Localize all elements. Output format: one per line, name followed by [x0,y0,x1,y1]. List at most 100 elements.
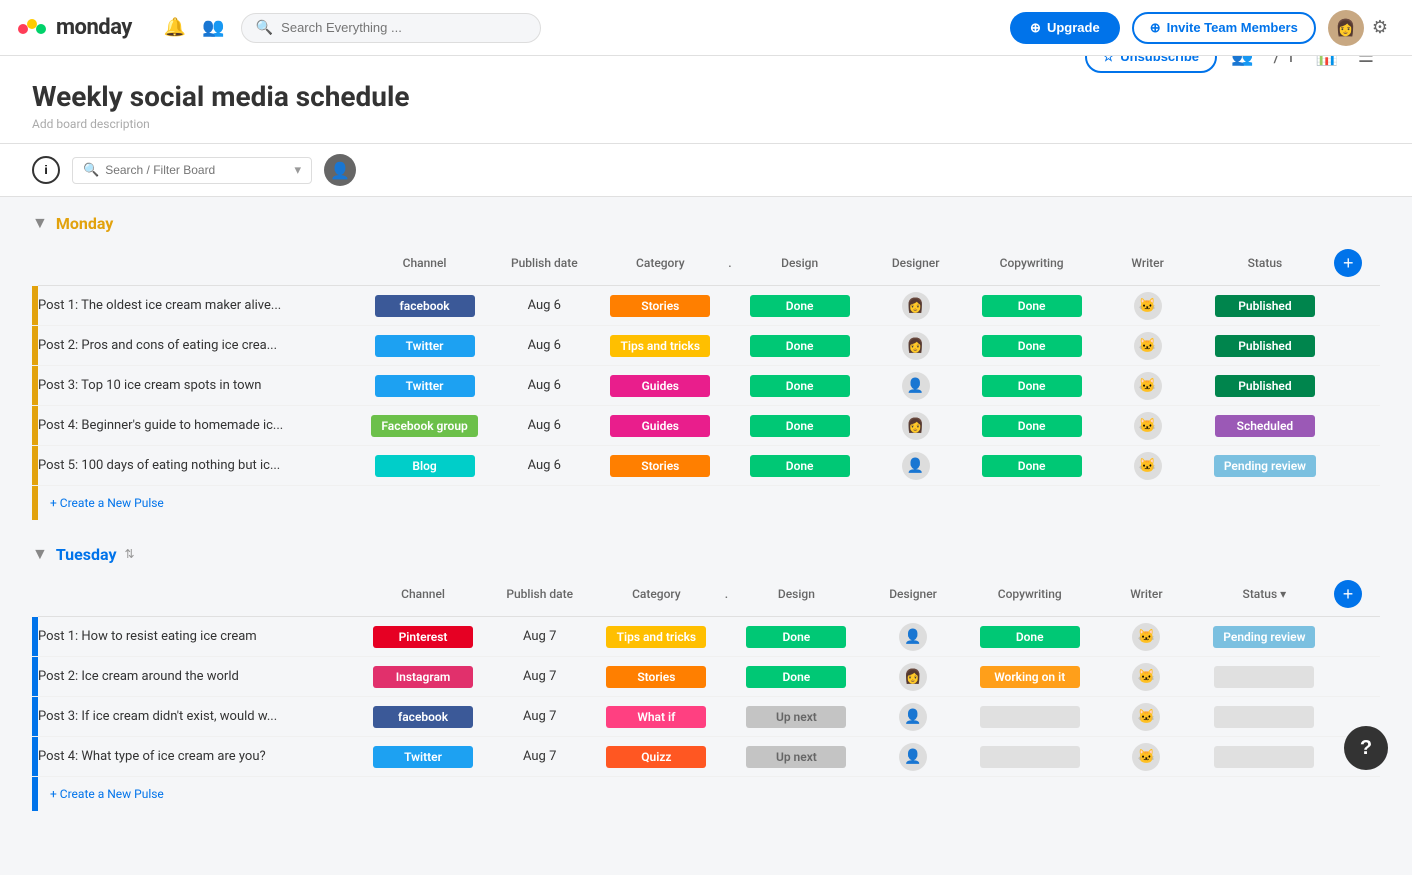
notifications-button[interactable]: 🔔 [156,9,194,46]
designer-avatar: 👩 [902,412,930,440]
col-category: Category [602,241,718,286]
table-row[interactable]: Post 4: Beginner's guide to homemade ic.… [32,406,1380,446]
status-dropdown-icon[interactable]: ▾ [1280,587,1286,601]
col-designer: Designer [858,241,974,286]
upgrade-icon: ⊕ [1030,20,1041,36]
table-row[interactable]: Post 2: Ice cream around the world Insta… [32,657,1380,697]
col-channel: Channel [363,241,486,286]
row-add [1324,406,1380,446]
row-status [1205,657,1324,697]
tue-col-channel: Channel [365,572,482,617]
person-filter-button[interactable]: 👤 [324,154,356,186]
row-status [1205,737,1324,777]
category-chip: Stories [606,666,706,688]
avatar[interactable]: 👩 [1328,10,1364,46]
row-channel: Blog [363,446,486,486]
people-button[interactable]: 👥 [194,9,232,46]
tuesday-table: Channel Publish date Category . Design D… [32,572,1380,811]
channel-chip: Pinterest [373,626,473,648]
col-publish-date: Publish date [486,241,602,286]
row-date: Aug 6 [486,326,602,366]
row-writer: 🐱 [1090,406,1206,446]
copy-chip: Done [982,415,1082,437]
filter-input[interactable] [105,163,294,177]
row-category: Guides [602,366,718,406]
row-writer: 🐱 [1090,326,1206,366]
row-status [1205,697,1324,737]
filter-dropdown-icon[interactable]: ▾ [294,163,301,178]
channel-chip: Blog [375,455,475,477]
copy-chip: Done [982,335,1082,357]
table-row[interactable]: Post 1: The oldest ice cream maker alive… [32,286,1380,326]
tuesday-group-title[interactable]: Tuesday [56,545,117,564]
tue-add-col-header[interactable]: + [1324,572,1380,617]
row-status: Scheduled [1206,406,1325,446]
row-channel: Pinterest [365,617,482,657]
row-writer: 🐱 [1088,657,1205,697]
design-chip: Done [750,455,850,477]
info-button[interactable]: i [32,156,60,184]
sort-icon[interactable]: ⇅ [125,547,135,561]
add-column-tuesday[interactable]: + [1334,580,1362,608]
row-copywriting: Working on it [971,657,1088,697]
row-channel: Twitter [365,737,482,777]
status-chip-empty [1214,706,1314,728]
row-designer: 👩 [858,286,974,326]
row-date: Aug 7 [481,657,598,697]
row-design: Up next [738,697,855,737]
row-status: Published [1206,326,1325,366]
row-copywriting: Done [974,446,1090,486]
status-chip: Pending review [1214,455,1316,477]
copy-chip: Done [982,375,1082,397]
category-chip: Stories [610,295,710,317]
tuesday-collapse-icon[interactable]: ▼ [32,544,48,564]
table-row[interactable]: Post 1: How to resist eating ice cream P… [32,617,1380,657]
designer-avatar: 👩 [902,292,930,320]
design-chip: Up next [746,706,846,728]
row-channel: Twitter [363,326,486,366]
category-chip: Guides [610,375,710,397]
row-status: Pending review [1205,617,1324,657]
table-row[interactable]: Post 2: Pros and cons of eating ice crea… [32,326,1380,366]
col-design: Design [742,241,858,286]
settings-icon[interactable]: ⚙ [1364,9,1396,46]
invite-button[interactable]: ⊕ Invite Team Members [1132,12,1316,44]
row-date: Aug 6 [486,366,602,406]
copy-chip-empty [980,706,1080,728]
monday-table: Channel Publish date Category . Design D… [32,241,1380,520]
row-writer: 🐱 [1090,286,1206,326]
table-row[interactable]: Post 4: What type of ice cream are you? … [32,737,1380,777]
row-design: Done [742,406,858,446]
writer-avatar: 🐱 [1134,292,1162,320]
row-dot [715,617,738,657]
add-col-header[interactable]: + [1324,241,1380,286]
add-column-monday[interactable]: + [1334,249,1362,277]
status-chip-empty [1214,666,1314,688]
row-category: Stories [602,446,718,486]
category-chip: Guides [610,415,710,437]
monday-group: ▼ Monday Channel Publish date Category .… [32,213,1380,520]
row-dot [715,737,738,777]
table-row[interactable]: Post 3: Top 10 ice cream spots in town T… [32,366,1380,406]
row-date: Aug 7 [481,617,598,657]
monday-create-pulse[interactable]: + Create a New Pulse [38,486,1380,521]
upgrade-button[interactable]: ⊕ Upgrade [1010,12,1120,44]
table-row[interactable]: Post 5: 100 days of eating nothing but i… [32,446,1380,486]
design-chip: Done [750,295,850,317]
search-input[interactable] [281,20,526,35]
invite-icon: ⊕ [1150,20,1161,36]
row-title: Post 2: Ice cream around the world [38,657,365,697]
copy-chip: Done [982,295,1082,317]
table-row[interactable]: Post 3: If ice cream didn't exist, would… [32,697,1380,737]
row-title: Post 1: How to resist eating ice cream [38,617,365,657]
monday-collapse-icon[interactable]: ▼ [32,213,48,233]
channel-chip: Twitter [373,746,473,768]
writer-avatar: 🐱 [1132,743,1160,771]
writer-avatar: 🐱 [1132,703,1160,731]
designer-avatar: 👤 [899,623,927,651]
status-chip: Pending review [1213,626,1315,648]
help-button[interactable]: ? [1344,726,1388,770]
board-description[interactable]: Add board description [32,117,410,131]
row-writer: 🐱 [1090,446,1206,486]
monday-group-title[interactable]: Monday [56,214,114,233]
